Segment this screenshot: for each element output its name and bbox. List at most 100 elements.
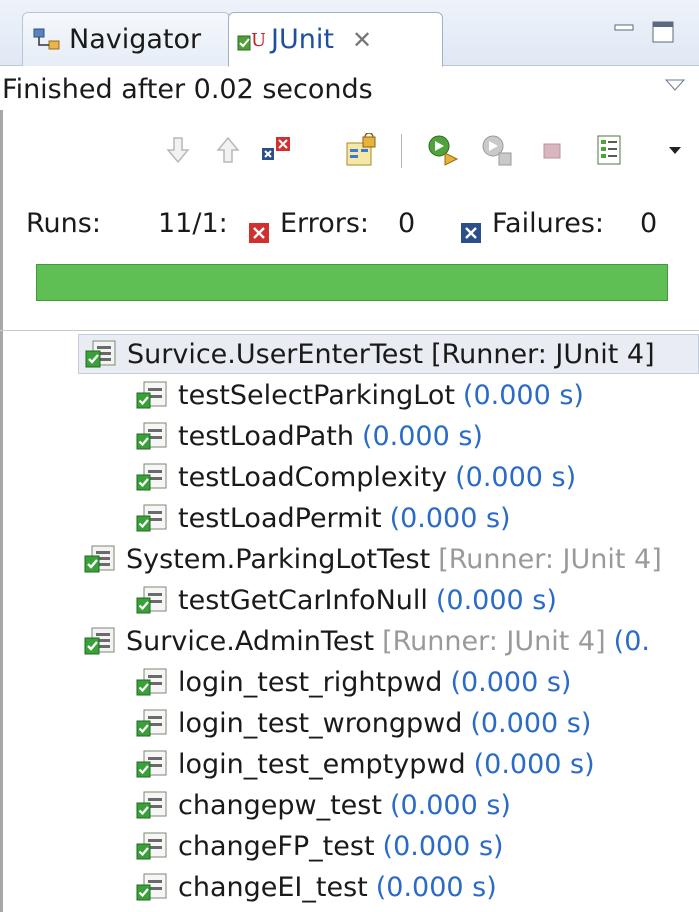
rerun-icon: [428, 135, 459, 166]
scroll-lock-icon: [346, 133, 376, 166]
tab-junit[interactable]: U J JUnit ✕: [228, 12, 443, 67]
chevron-down-icon: [669, 147, 681, 154]
suite-name: Survice.UserEnterTest: [127, 338, 424, 370]
test-time: (0.000 s): [455, 461, 577, 493]
test-run-history-button[interactable]: [592, 130, 628, 170]
tree-test-item[interactable]: login_test_rightpwd (0.000 s): [136, 662, 571, 702]
tree-test-item[interactable]: testLoadPermit (0.000 s): [136, 498, 511, 538]
scroll-lock-button[interactable]: [344, 130, 380, 170]
tree-test-item[interactable]: changeFP_test (0.000 s): [136, 826, 504, 866]
navigator-icon: [33, 28, 60, 49]
test-counters: Runs: 11/1: Errors: 0 Failures: 0: [0, 200, 699, 248]
tree-test-item[interactable]: testGetCarInfoNull (0.000 s): [136, 580, 557, 620]
tree-suite-item[interactable]: Survice.UserEnterTest [Runner: JUnit 4]: [78, 334, 699, 374]
tree-suite-item[interactable]: Survice.AdminTest [Runner: JUnit 4] (0.: [84, 621, 650, 661]
test-name: changeEI_test: [178, 871, 368, 903]
errors-label: Errors:: [280, 208, 369, 239]
rerun-test-button[interactable]: [426, 130, 462, 170]
tree-test-item[interactable]: login_test_emptypwd (0.000 s): [136, 744, 595, 784]
test-name: changepw_test: [178, 789, 382, 821]
stop-icon: [543, 143, 561, 159]
test-name: testGetCarInfoNull: [178, 584, 428, 616]
view-menu-chevron-down-icon[interactable]: [663, 76, 687, 94]
junit-toolbar: [0, 130, 699, 174]
history-list-icon: [597, 135, 621, 165]
tree-divider: [0, 330, 699, 331]
run-status-text: Finished after 0.02 seconds: [2, 74, 373, 105]
runs-value: 11/1:: [158, 208, 228, 239]
rerun-failures-first-button[interactable]: [480, 130, 516, 170]
minimize-icon[interactable]: [612, 20, 636, 40]
test-name: testSelectParkingLot: [178, 379, 455, 411]
junit-icon: U: [237, 30, 265, 51]
tree-suite-item[interactable]: System.ParkingLotTest [Runner: JUnit 4]: [84, 539, 662, 579]
test-results-tree: Survice.UserEnterTest [Runner: JUnit 4] …: [0, 334, 699, 912]
test-passed-icon: [136, 790, 168, 820]
arrow-down-icon: [166, 137, 190, 164]
test-passed-icon: [136, 421, 168, 451]
suite-name: System.ParkingLotTest: [126, 543, 431, 575]
previous-failure-button[interactable]: [210, 130, 246, 170]
test-time: (0.000 s): [361, 420, 483, 452]
test-passed-icon: [136, 585, 168, 615]
test-time: (0.000 s): [389, 789, 511, 821]
test-passed-icon: [136, 667, 168, 697]
test-passed-icon: [136, 831, 168, 861]
test-time: (0.000 s): [435, 584, 557, 616]
suite-time: (0.: [613, 625, 650, 657]
failures-only-icon: [262, 137, 290, 160]
test-passed-icon: [136, 462, 168, 492]
test-time: (0.000 s): [450, 666, 572, 698]
failure-icon: [460, 212, 482, 260]
test-progress-bar: [36, 264, 668, 301]
errors-value: 0: [398, 208, 416, 239]
suite-runner: [Runner: JUnit 4]: [438, 543, 662, 575]
test-name: testLoadComplexity: [178, 461, 448, 493]
progress-fill: [37, 265, 667, 300]
tree-test-item[interactable]: testLoadComplexity (0.000 s): [136, 457, 576, 497]
tab-navigator[interactable]: Navigator: [22, 12, 230, 66]
test-name: changeFP_test: [178, 830, 375, 862]
failures-value: 0: [640, 208, 658, 239]
suite-runner: [Runner: JUnit 4]: [431, 338, 655, 370]
tab-navigator-label: Navigator: [69, 24, 202, 55]
suite-name: Survice.AdminTest: [126, 625, 375, 657]
test-time: (0.000 s): [470, 707, 592, 739]
rerun-failures-first-icon: [482, 135, 512, 166]
test-name: testLoadPermit: [178, 502, 382, 534]
error-icon: [248, 212, 270, 260]
test-passed-icon: [136, 708, 168, 738]
show-failures-only-button[interactable]: [258, 130, 294, 170]
tree-test-item[interactable]: changepw_test (0.000 s): [136, 785, 511, 825]
test-time: (0.000 s): [462, 379, 584, 411]
next-failure-button[interactable]: [160, 130, 196, 170]
test-suite-passed-icon: [85, 339, 117, 369]
view-tab-bar: Navigator U J JUnit ✕: [0, 0, 699, 67]
arrow-up-icon: [216, 136, 240, 163]
runs-label: Runs:: [26, 208, 101, 239]
test-passed-icon: [136, 503, 168, 533]
tree-test-item[interactable]: testSelectParkingLot (0.000 s): [136, 375, 584, 415]
test-suite-passed-icon: [84, 544, 116, 574]
test-time: (0.000 s): [473, 748, 595, 780]
maximize-icon[interactable]: [650, 20, 676, 44]
stop-test-run-button[interactable]: [534, 130, 570, 170]
close-tab-icon[interactable]: ✕: [352, 26, 372, 54]
test-time: (0.000 s): [375, 871, 497, 903]
tab-junit-label: JUnit: [271, 24, 334, 55]
suite-runner: [Runner: JUnit 4]: [382, 625, 606, 657]
tree-test-item[interactable]: changeEI_test (0.000 s): [136, 867, 497, 907]
test-name: testLoadPath: [178, 420, 354, 452]
test-name: login_test_rightpwd: [178, 666, 443, 698]
test-time: (0.000 s): [389, 502, 511, 534]
test-name: login_test_emptypwd: [178, 748, 466, 780]
failures-label: Failures:: [492, 208, 604, 239]
tree-test-item[interactable]: testLoadPath (0.000 s): [136, 416, 483, 456]
test-name: login_test_wrongpwd: [178, 707, 463, 739]
tree-test-item[interactable]: login_test_wrongpwd (0.000 s): [136, 703, 591, 743]
test-passed-icon: [136, 380, 168, 410]
svg-text:U: U: [251, 30, 265, 51]
test-passed-icon: [136, 872, 168, 902]
history-dropdown-button[interactable]: [660, 130, 690, 170]
toolbar-separator: [401, 134, 402, 168]
